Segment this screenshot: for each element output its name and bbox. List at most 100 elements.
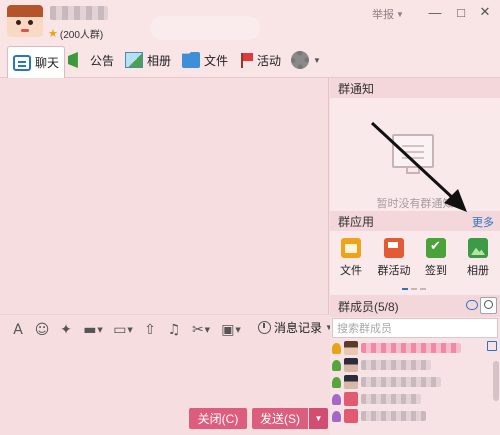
pager-dot[interactable] [411, 288, 417, 290]
members-title: 群成员(5/8) [338, 299, 399, 314]
app-checkin[interactable]: 签到 [416, 238, 456, 278]
app-label: 群活动 [377, 265, 411, 277]
report-label: 举报 [372, 9, 394, 21]
photo-icon [125, 52, 143, 68]
chevron-down-icon: ▼ [313, 55, 321, 65]
member-count: ★ (200人群) [48, 26, 103, 41]
tab-bar: 聊天 公告 相册 文件 活动 ▼ [0, 40, 500, 78]
activity-app-icon [384, 238, 404, 258]
tab-album[interactable]: 相册 [120, 46, 176, 74]
maximize-icon: □ [457, 4, 465, 20]
avatar [344, 392, 358, 406]
member-row[interactable] [332, 391, 482, 407]
close-button[interactable]: 关闭(C) [189, 408, 247, 429]
maximize-button[interactable]: □ [450, 3, 472, 21]
chat-message-area[interactable] [0, 78, 329, 314]
member-search-input[interactable]: 搜索群成员 [332, 318, 498, 338]
gift-icon[interactable]: ▬ ▼ [79, 319, 107, 341]
members-header: 群成员(5/8) [330, 295, 500, 317]
chat-icon [13, 54, 31, 71]
tab-label: 文件 [204, 53, 229, 68]
member-badge-icon [332, 393, 341, 405]
clock-icon [258, 321, 271, 334]
group-chat-bubble-icon[interactable] [466, 300, 478, 310]
star-icon: ★ [48, 28, 58, 40]
member-row[interactable] [332, 408, 482, 424]
app-album[interactable]: 相册 [458, 238, 498, 278]
group-avatar[interactable] [7, 5, 43, 37]
edit-icon[interactable] [487, 341, 497, 351]
avatar [344, 358, 358, 372]
message-input[interactable] [0, 344, 329, 404]
tab-chat[interactable]: 聊天 [7, 46, 66, 78]
member-count-text: (200人群) [59, 30, 104, 41]
member-row[interactable] [332, 340, 482, 356]
app-files[interactable]: 文件 [331, 238, 371, 278]
image-icon[interactable]: ▭ ▼ [109, 319, 137, 341]
member-badge-icon [332, 410, 341, 422]
admin-badge-icon [332, 376, 341, 388]
notice-board-stand [406, 168, 420, 174]
avatar [344, 409, 358, 423]
tab-label: 公告 [90, 53, 115, 68]
message-history-button[interactable]: 消息记录 ▼ [258, 319, 333, 336]
tab-announcement[interactable]: 公告 [63, 46, 119, 74]
app-activity[interactable]: 群活动 [374, 238, 414, 278]
notice-panel: 暂时没有群通知 [330, 98, 500, 211]
group-sidebar: 群通知 暂时没有群通知 群应用 更多 文件 群活动 签到 相册 群成员(5/ [330, 78, 500, 435]
member-row[interactable] [332, 357, 482, 373]
avatar [344, 341, 358, 355]
avatar [344, 375, 358, 389]
member-name-blurred [361, 360, 431, 370]
app-label: 签到 [425, 265, 447, 277]
history-label: 消息记录 [274, 321, 323, 335]
flag-icon [239, 52, 253, 68]
group-name-blurred[interactable] [50, 6, 108, 20]
pager-dot[interactable] [420, 288, 426, 290]
announcement-icon [68, 52, 78, 68]
font-icon[interactable]: A [7, 319, 29, 341]
music-icon[interactable]: ♫ [163, 319, 185, 341]
apps-pager[interactable] [402, 288, 426, 290]
folder-app-icon [341, 238, 361, 258]
member-name-blurred [361, 343, 461, 353]
folder-icon [182, 52, 200, 68]
tab-settings[interactable]: ▼ [286, 46, 326, 74]
notice-board-icon [392, 134, 434, 168]
screenshot-icon[interactable]: ✂ ▼ [187, 319, 215, 341]
close-window-button[interactable]: ✕ [474, 3, 496, 21]
app-label: 文件 [340, 265, 362, 277]
skin-decoration [150, 16, 260, 40]
admin-badge-icon [332, 359, 341, 371]
tab-label: 活动 [257, 53, 282, 68]
members-scrollbar[interactable] [493, 361, 499, 401]
member-name-blurred [361, 377, 441, 387]
gear-icon [291, 51, 309, 69]
more-apps-link[interactable]: 更多 [472, 214, 494, 230]
member-name-blurred [361, 394, 421, 404]
title-bar: ★ (200人群) 举报 ▼ — □ ✕ [0, 0, 500, 41]
tab-label: 聊天 [35, 56, 60, 70]
magic-icon[interactable]: ✦ [55, 319, 77, 341]
notice-title: 群通知 [330, 78, 500, 98]
send-options-button[interactable]: ▼ [309, 408, 328, 429]
apps-panel: 文件 群活动 签到 相册 [330, 231, 500, 295]
tab-label: 相册 [147, 53, 172, 68]
send-button[interactable]: 发送(S) [252, 408, 308, 429]
checkin-app-icon [426, 238, 446, 258]
app-label: 相册 [467, 265, 489, 277]
emoji-icon[interactable]: ☺ [31, 319, 53, 341]
member-row[interactable] [332, 374, 482, 390]
upload-icon[interactable]: ⇧ [139, 319, 161, 341]
minimize-button[interactable]: — [424, 3, 446, 21]
pager-dot[interactable] [402, 288, 408, 290]
album-app-icon [468, 238, 488, 258]
report-button[interactable]: 举报 ▼ [372, 6, 404, 22]
close-icon: ✕ [479, 4, 491, 19]
chevron-down-icon: ▼ [314, 414, 323, 423]
tab-files[interactable]: 文件 [177, 46, 233, 74]
search-icon[interactable] [480, 297, 497, 314]
tab-activity[interactable]: 活动 [234, 46, 286, 74]
member-name-blurred [361, 411, 426, 421]
more-tools-icon[interactable]: ▣ ▼ [217, 319, 245, 341]
